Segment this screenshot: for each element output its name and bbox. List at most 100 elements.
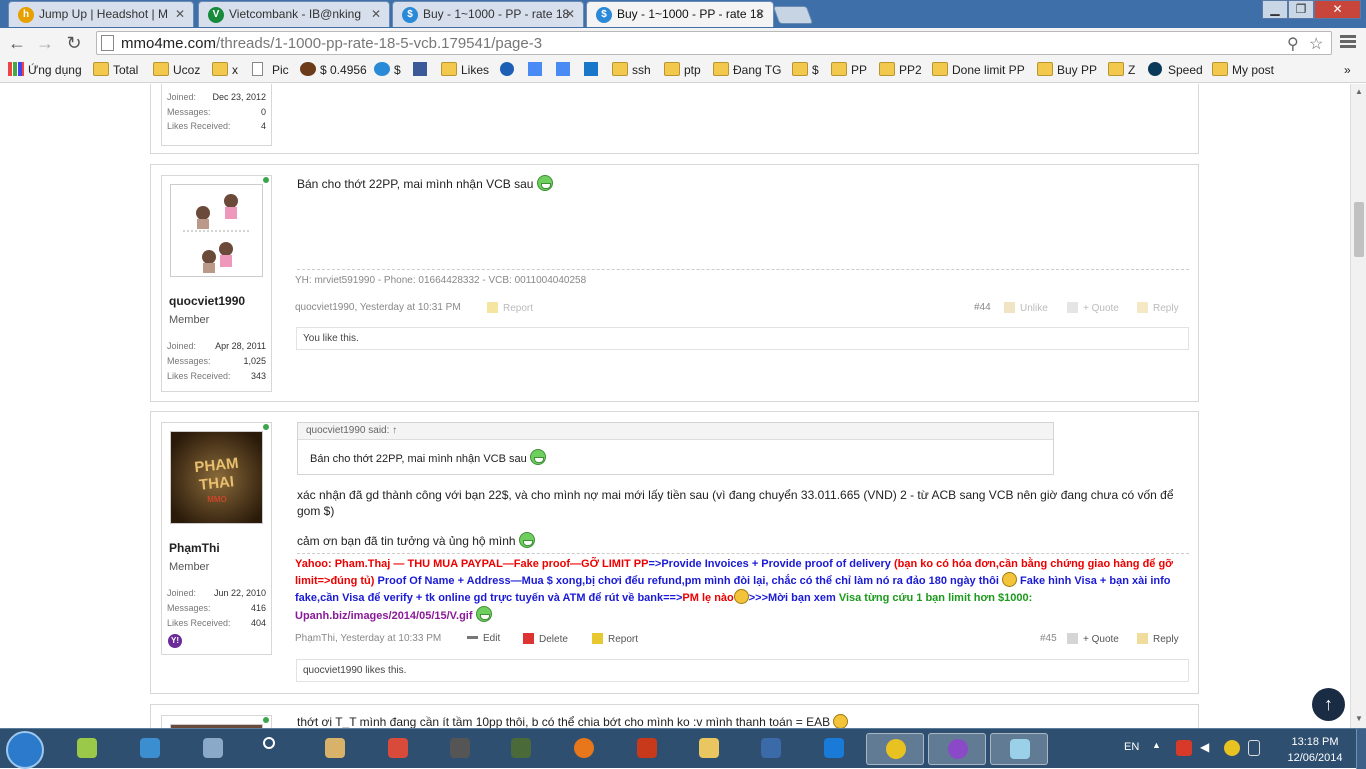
tab-mmo4me-2[interactable]: $ Buy - 1~1000 - PP - rate 18 ✕ bbox=[586, 1, 774, 27]
scroll-to-top-button[interactable]: ↑ bbox=[1312, 688, 1345, 721]
bookmark-buy-pp[interactable]: Buy PP bbox=[1037, 62, 1097, 78]
unikey-app[interactable] bbox=[252, 733, 286, 765]
close-icon[interactable]: ✕ bbox=[755, 2, 765, 27]
quote-link[interactable]: + Quote bbox=[1067, 302, 1119, 314]
brushes-app[interactable] bbox=[443, 733, 477, 765]
minimize-button[interactable]: ▁ bbox=[1262, 0, 1288, 19]
new-tab-button[interactable] bbox=[772, 6, 814, 24]
bookmark-ip[interactable] bbox=[584, 62, 600, 78]
bookmark-alexa[interactable] bbox=[500, 62, 516, 78]
bookmark-dang-tg[interactable]: Đang TG bbox=[713, 62, 781, 78]
quote-header[interactable]: quocviet1990 said: ↑ bbox=[298, 423, 1053, 440]
close-icon[interactable]: ✕ bbox=[371, 2, 381, 27]
vietkey-tray-icon[interactable] bbox=[1176, 740, 1192, 756]
paint-app[interactable] bbox=[318, 733, 352, 765]
post-number[interactable]: #44 bbox=[974, 302, 991, 313]
bookmark-z[interactable]: Z bbox=[1108, 62, 1135, 78]
keyboard-app[interactable] bbox=[196, 733, 230, 765]
reply-link[interactable]: Reply bbox=[1137, 633, 1179, 645]
messenger-tray-icon[interactable] bbox=[1224, 740, 1240, 756]
bookmark-dollar[interactable]: $ bbox=[374, 62, 401, 78]
google-icon bbox=[556, 62, 570, 76]
tab-mmo4me-1[interactable]: $ Buy - 1~1000 - PP - rate 18 ✕ bbox=[392, 1, 584, 27]
address-bar[interactable]: mmo4me.com/threads/1-1000-pp-rate-18-5-v… bbox=[96, 31, 1332, 55]
show-desktop-button[interactable] bbox=[1356, 729, 1366, 769]
unikey-tool-app[interactable] bbox=[381, 733, 415, 765]
chrome-app[interactable] bbox=[866, 733, 924, 765]
bookmark-ucoz[interactable]: Ucoz bbox=[153, 62, 200, 78]
bookmark-dollar-folder[interactable]: $ bbox=[792, 62, 819, 78]
bookmark-my-post[interactable]: My post bbox=[1212, 62, 1274, 78]
bookmark-likes[interactable]: Likes bbox=[441, 62, 489, 78]
post-number[interactable]: #45 bbox=[1040, 633, 1057, 644]
bookmark-pp2[interactable]: PP2 bbox=[879, 62, 922, 78]
edit-link[interactable]: Edit bbox=[467, 633, 500, 644]
virtualbox-app[interactable] bbox=[754, 733, 788, 765]
volume-icon[interactable]: ◀ bbox=[1200, 740, 1216, 756]
yahoo-messenger-app[interactable] bbox=[928, 733, 986, 765]
bookmark-price[interactable]: $ 0.4956 bbox=[300, 62, 367, 78]
scroll-up-icon[interactable]: ▲ bbox=[1355, 87, 1363, 96]
folder-icon bbox=[664, 62, 680, 76]
tray-expand-icon[interactable]: ▲ bbox=[1152, 740, 1168, 756]
firefox-app[interactable] bbox=[567, 733, 601, 765]
report-link[interactable]: Report bbox=[592, 633, 638, 645]
quote-link[interactable]: + Quote bbox=[1067, 633, 1119, 645]
report-link[interactable]: Report bbox=[487, 302, 533, 314]
start-button[interactable] bbox=[6, 731, 44, 769]
bookmark-google[interactable] bbox=[556, 62, 572, 78]
mmo4me-favicon-icon: $ bbox=[596, 7, 612, 23]
post-meta[interactable]: quocviet1990, Yesterday at 10:31 PM bbox=[295, 302, 461, 313]
notes-app[interactable] bbox=[990, 733, 1048, 765]
maximize-button[interactable]: ❐ bbox=[1288, 0, 1314, 19]
unlike-link[interactable]: Unlike bbox=[1004, 302, 1048, 314]
yahoo-icon[interactable]: Y! bbox=[168, 634, 182, 648]
bookmark-ssh[interactable]: ssh bbox=[612, 62, 651, 78]
bookmark-pic[interactable]: Pic bbox=[252, 62, 289, 78]
notepad-plus-app[interactable] bbox=[70, 733, 104, 765]
bookmark-facebook[interactable] bbox=[413, 62, 429, 78]
username[interactable]: quocviet1990 bbox=[169, 294, 245, 308]
delete-link[interactable]: Delete bbox=[523, 633, 568, 645]
tab-vietcombank[interactable]: V Vietcombank - IB@nking ✕ bbox=[198, 1, 390, 27]
bookmark-x[interactable]: x bbox=[212, 62, 238, 78]
back-arrow-icon[interactable]: ← bbox=[6, 32, 28, 54]
post-meta[interactable]: PhạmThi, Yesterday at 10:33 PM bbox=[295, 633, 441, 644]
bookmark-pp[interactable]: PP bbox=[831, 62, 867, 78]
username[interactable]: PhạmThi bbox=[169, 541, 220, 555]
avatar[interactable]: PHAM THAI MMO bbox=[170, 431, 263, 524]
bookmark-total[interactable]: Total bbox=[93, 62, 138, 78]
bookmark-apps[interactable]: Ứng dụng bbox=[8, 62, 82, 78]
scrollbar-thumb[interactable] bbox=[1354, 202, 1364, 257]
bookmark-done-limit[interactable]: Done limit PP bbox=[932, 62, 1025, 78]
tab-headshot[interactable]: h Jump Up | Headshot | M ✕ bbox=[8, 1, 194, 27]
star-icon[interactable]: ☆ bbox=[1309, 34, 1323, 54]
filezilla-app[interactable] bbox=[630, 733, 664, 765]
close-icon[interactable]: ✕ bbox=[175, 2, 185, 27]
network-icon[interactable] bbox=[1248, 740, 1260, 756]
grin-smiley-icon bbox=[529, 449, 546, 465]
bookmarks-overflow-button[interactable]: » bbox=[1344, 62, 1351, 78]
teamviewer-app[interactable] bbox=[817, 733, 851, 765]
bookmark-speed[interactable]: Speed bbox=[1148, 62, 1203, 78]
reply-link[interactable]: Reply bbox=[1137, 302, 1179, 314]
clock[interactable]: 13:18 PM 12/06/2014 bbox=[1280, 734, 1350, 766]
folder-icon bbox=[879, 62, 895, 76]
aim-app[interactable] bbox=[504, 733, 538, 765]
bookmark-translate[interactable] bbox=[528, 62, 544, 78]
avatar[interactable] bbox=[170, 184, 263, 277]
reply-icon bbox=[1137, 302, 1148, 313]
language-indicator[interactable]: EN bbox=[1124, 741, 1139, 753]
menu-icon[interactable] bbox=[1340, 33, 1356, 51]
scroll-down-icon[interactable]: ▼ bbox=[1355, 714, 1363, 723]
explorer-app[interactable] bbox=[692, 733, 726, 765]
window-close-button[interactable]: ✕ bbox=[1314, 0, 1361, 19]
forward-arrow-icon[interactable]: → bbox=[34, 32, 56, 54]
user-info: PHAM THAI MMO PhạmThi Member Joined: Jun … bbox=[161, 422, 272, 655]
scrollbar[interactable]: ▲ ▼ bbox=[1350, 84, 1366, 728]
bookmark-ptp[interactable]: ptp bbox=[664, 62, 701, 78]
search-icon[interactable]: ⚲ bbox=[1287, 34, 1299, 54]
reload-icon[interactable]: ↻ bbox=[63, 32, 85, 54]
security-app[interactable] bbox=[133, 733, 167, 765]
close-icon[interactable]: ✕ bbox=[565, 2, 575, 27]
